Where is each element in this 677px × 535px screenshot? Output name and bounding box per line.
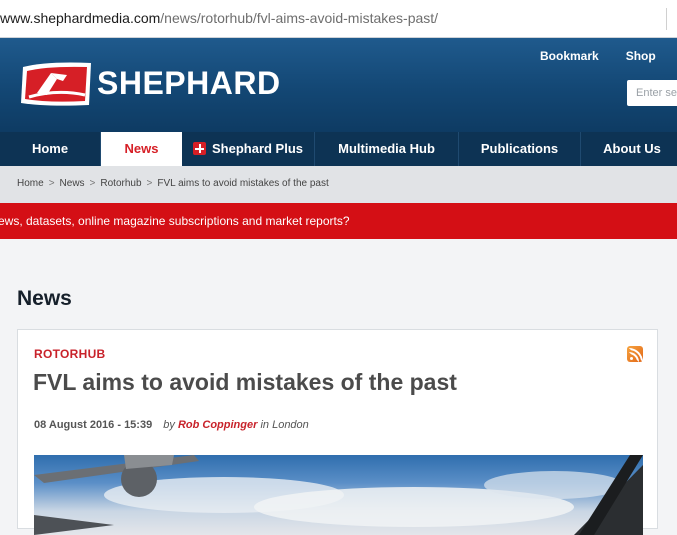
article-location: London xyxy=(272,419,309,431)
author-link[interactable]: Rob Coppinger xyxy=(178,419,257,431)
url-domain: www.shephardmedia.com xyxy=(0,10,161,26)
breadcrumb-rotorhub[interactable]: Rotorhub xyxy=(100,178,141,189)
nav-multimedia-hub[interactable]: Multimedia Hub xyxy=(315,132,459,166)
nav-publications[interactable]: Publications xyxy=(459,132,581,166)
bookmark-link[interactable]: Bookmark xyxy=(540,49,599,63)
logo-text[interactable]: SHEPHARD xyxy=(97,65,281,102)
article-card: ROTORHUB FVL aims to avoid mistakes of t… xyxy=(17,329,658,535)
article-title: FVL aims to avoid mistakes of the past xyxy=(33,369,457,395)
address-bar-edge xyxy=(666,8,677,30)
promo-text: ews, datasets, online magazine subscript… xyxy=(0,214,350,228)
address-bar[interactable]: www.shephardmedia.com/news/rotorhub/fvl-… xyxy=(0,0,677,38)
article-image xyxy=(34,455,643,535)
url-path: /news/rotorhub/fvl-aims-avoid-mistakes-p… xyxy=(160,10,439,26)
nav-shephard-plus[interactable]: Shephard Plus xyxy=(182,132,315,166)
url-text[interactable]: www.shephardmedia.com/news/rotorhub/fvl-… xyxy=(0,10,438,26)
breadcrumb: Home > News > Rotorhub > FVL aims to avoid mis… xyxy=(0,166,677,203)
plus-icon xyxy=(192,142,206,155)
byline-in: in xyxy=(260,419,270,431)
article-category[interactable]: ROTORHUB xyxy=(34,347,106,361)
byline-by: by xyxy=(163,419,175,431)
search-placeholder: Enter se xyxy=(636,87,677,99)
breadcrumb-current: FVL aims to avoid mistakes of the past xyxy=(157,178,329,189)
site-header: SHEPHARD BookmarkShopAd Enter se xyxy=(0,38,677,132)
shop-link[interactable]: Shop xyxy=(626,49,656,63)
nav-home[interactable]: Home xyxy=(0,132,101,166)
search-input[interactable]: Enter se xyxy=(627,80,677,106)
main-nav: Home News Shephard Plus Multimedia Hub P… xyxy=(0,132,677,166)
page-title: News xyxy=(17,287,72,310)
breadcrumb-news[interactable]: News xyxy=(60,178,85,189)
breadcrumb-home[interactable]: Home xyxy=(17,178,44,189)
promo-banner[interactable]: ews, datasets, online magazine subscript… xyxy=(0,203,677,239)
nav-about-us[interactable]: About Us xyxy=(581,132,677,166)
rss-icon[interactable] xyxy=(627,346,643,362)
shephard-logo-icon[interactable] xyxy=(17,59,93,109)
top-links: BookmarkShopAd xyxy=(540,49,677,63)
article-meta: 08 August 2016 - 15:39 by Rob Coppinger … xyxy=(34,419,309,431)
article-date: 08 August 2016 - 15:39 xyxy=(34,419,153,431)
nav-news[interactable]: News xyxy=(101,132,182,166)
